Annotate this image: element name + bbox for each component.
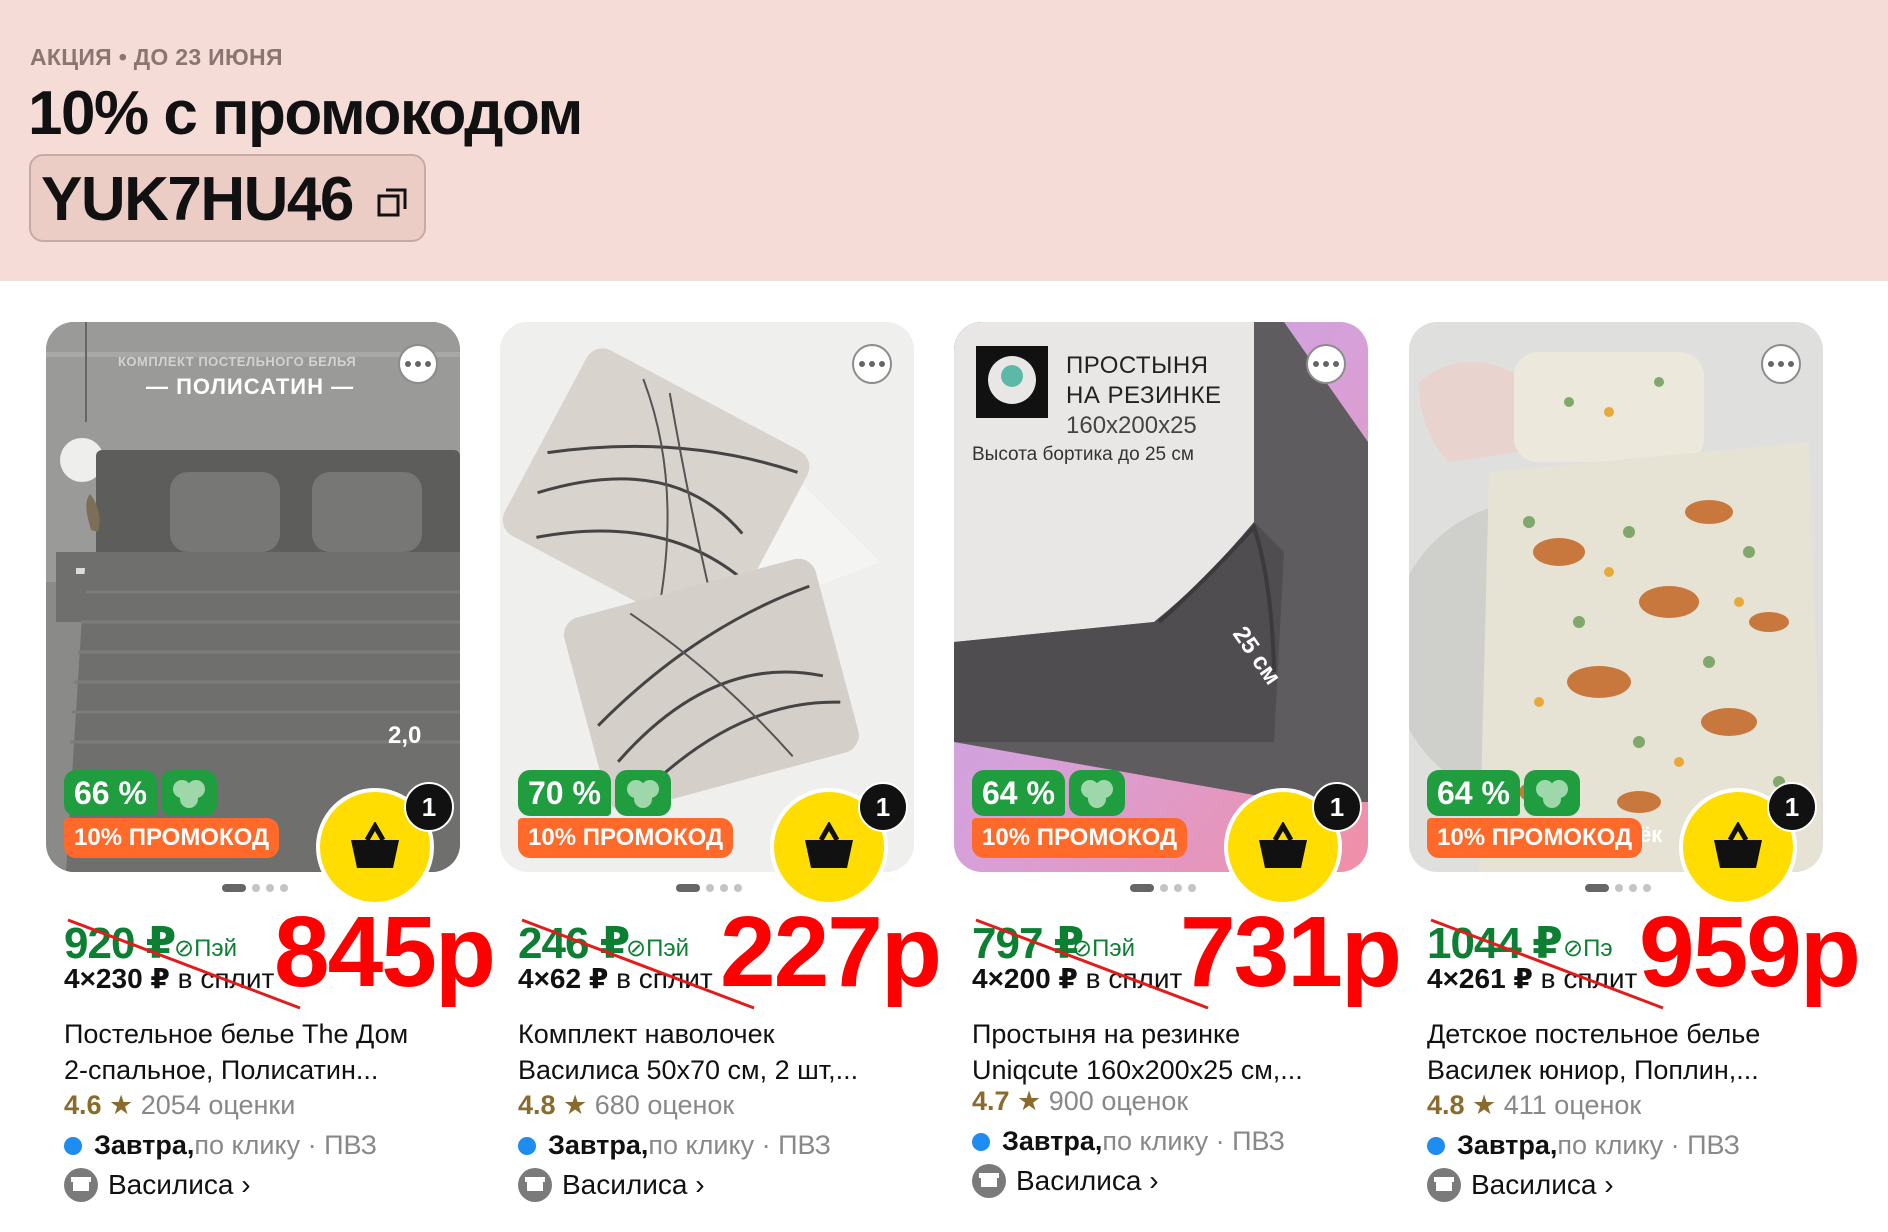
basket-icon	[805, 822, 853, 868]
seller-link[interactable]: Василиса ›	[972, 1164, 1159, 1198]
clover-icon	[1068, 770, 1125, 816]
seller-link[interactable]: Василиса ›	[64, 1168, 251, 1202]
seller-link[interactable]: Василиса ›	[518, 1168, 705, 1202]
discount-badge: 70 %	[518, 770, 611, 816]
promo-tag: 10% ПРОМОКОД	[972, 818, 1188, 858]
discount-row: 64 %	[1427, 770, 1580, 816]
discount-badge: 64 %	[1427, 770, 1520, 816]
seller-link[interactable]: Василиса ›	[1427, 1168, 1614, 1202]
strike-line	[1430, 918, 1664, 1010]
new-price: 959р	[1639, 896, 1861, 1008]
delivery-dot-icon	[518, 1136, 536, 1155]
carousel-dots	[1130, 884, 1196, 892]
delivery-dot-icon	[1427, 1136, 1445, 1155]
discount-row: 70 %	[518, 770, 671, 816]
promo-tag: 10% ПРОМОКОД	[1427, 818, 1643, 858]
product-title[interactable]: Простыня на резинке Uniqcute 160х200х25 …	[972, 1016, 1372, 1088]
product-rating: 4.8 ★ 680 оценок	[518, 1090, 735, 1120]
clover-icon	[160, 770, 217, 816]
product-title[interactable]: Постельное белье The Дом 2-спальное, Пол…	[64, 1016, 464, 1088]
promo-banner: АКЦИЯ • ДО 23 ИЮНЯ 10% с промокодом YUK7…	[0, 0, 1888, 281]
promo-tag: 10% ПРОМОКОД	[518, 818, 734, 858]
image-caption: — ПОЛИСАТИН —	[146, 374, 355, 399]
promo-tag: 10% ПРОМОКОД	[64, 818, 280, 858]
cart-count-badge: 1	[858, 782, 908, 832]
cart-count-badge: 1	[1312, 782, 1362, 832]
promo-code-text: YUK7HU46	[41, 165, 354, 234]
basket-icon	[1714, 822, 1762, 868]
price-row: 1044 ₽ ⊘Пэ 4×261 ₽ в сплит 959р	[1427, 902, 1888, 1010]
image-caption: ПРОСТЫНЯ	[1066, 352, 1209, 379]
delivery-info: Завтра, по клику · ПВЗ	[64, 1130, 377, 1161]
basket-icon	[351, 822, 399, 868]
image-caption: 2,0	[388, 722, 422, 749]
store-icon	[1427, 1168, 1461, 1202]
discount-badge: 64 %	[972, 770, 1065, 816]
more-options-button[interactable]	[398, 344, 438, 384]
copy-icon[interactable]	[376, 186, 410, 220]
star-icon: ★	[1009, 1086, 1049, 1116]
store-icon	[518, 1168, 552, 1202]
more-options-button[interactable]	[1306, 344, 1346, 384]
image-caption: Высота бортика до 25 см	[972, 444, 1194, 465]
more-options-button[interactable]	[1761, 344, 1801, 384]
delivery-info: Завтра, по клику · ПВЗ	[1427, 1130, 1740, 1161]
cart-count-badge: 1	[1767, 782, 1817, 832]
carousel-dots	[676, 884, 742, 892]
discount-row: 66 %	[64, 770, 217, 816]
new-price: 845р	[274, 896, 496, 1008]
strike-line	[67, 918, 301, 1010]
image-caption: НА РЕЗИНКЕ	[1066, 382, 1222, 409]
clover-icon	[614, 770, 671, 816]
discount-badge: 66 %	[64, 770, 157, 816]
product-rating: 4.7 ★ 900 оценок	[972, 1086, 1189, 1116]
new-price: 227р	[720, 896, 942, 1008]
promo-title: 10% с промокодом	[28, 79, 583, 148]
image-caption: ёк	[1639, 822, 1663, 847]
delivery-dot-icon	[64, 1136, 82, 1155]
discount-row: 64 %	[972, 770, 1125, 816]
cart-count-badge: 1	[404, 782, 454, 832]
product-rating: 4.6 ★ 2054 оценки	[64, 1090, 296, 1120]
star-icon: ★	[555, 1090, 595, 1120]
promo-eyebrow: АКЦИЯ • ДО 23 ИЮНЯ	[30, 44, 283, 70]
delivery-info: Завтра, по клику · ПВЗ	[972, 1126, 1285, 1157]
image-caption: КОМПЛЕКТ ПОСТЕЛЬНОГО БЕЛЬЯ	[118, 354, 357, 369]
promo-code-button[interactable]: YUK7HU46	[29, 154, 426, 242]
carousel-dots	[222, 884, 288, 892]
new-price: 731р	[1180, 896, 1402, 1008]
star-icon: ★	[101, 1090, 141, 1120]
strike-line	[975, 918, 1209, 1010]
carousel-dots	[1585, 884, 1651, 892]
clover-icon	[1523, 770, 1580, 816]
image-caption: 160х200х25	[1066, 412, 1197, 439]
product-title[interactable]: Детское постельное белье Василек юниор, …	[1427, 1016, 1827, 1088]
product-rating: 4.8 ★ 411 оценок	[1427, 1090, 1642, 1120]
product-title[interactable]: Комплект наволочек Василиса 50х70 см, 2 …	[518, 1016, 918, 1088]
store-icon	[972, 1164, 1006, 1198]
delivery-dot-icon	[972, 1132, 990, 1151]
delivery-info: Завтра, по клику · ПВЗ	[518, 1130, 831, 1161]
store-icon	[64, 1168, 98, 1202]
more-options-button[interactable]	[852, 344, 892, 384]
basket-icon	[1259, 822, 1307, 868]
star-icon: ★	[1464, 1090, 1504, 1120]
